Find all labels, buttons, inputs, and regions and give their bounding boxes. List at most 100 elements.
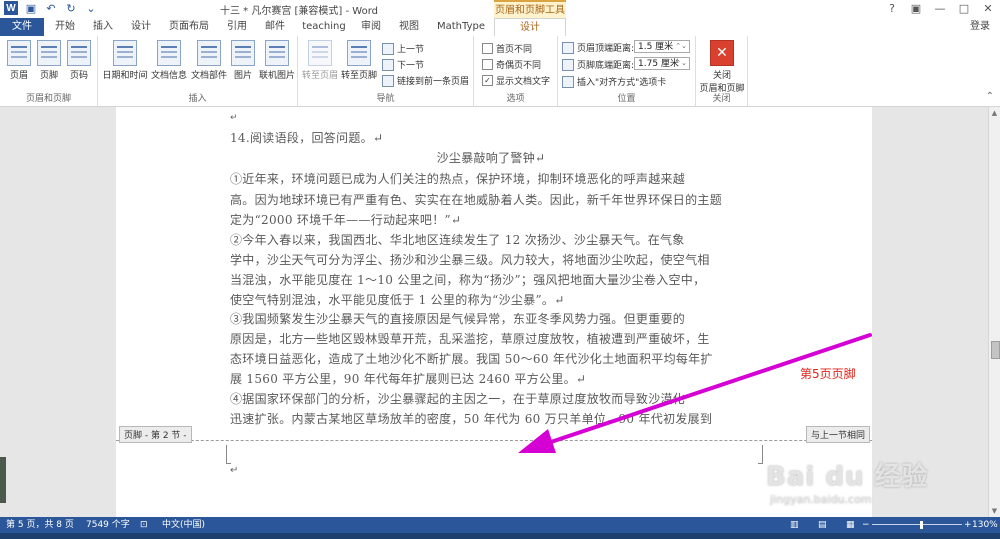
group-label: 页眉和页脚	[25, 94, 71, 104]
link-icon	[382, 74, 394, 87]
footer-paragraph-mark[interactable]: ↵	[230, 465, 238, 476]
group-close: ✕ 关闭 页眉和页脚 关闭	[696, 36, 748, 106]
zoom-in-icon[interactable]: +	[964, 517, 972, 533]
zoom-out-icon[interactable]: −	[862, 517, 870, 533]
close-x-icon: ✕	[710, 40, 734, 66]
scroll-down-icon[interactable]: ▼	[989, 507, 1000, 515]
footer-corner-mark	[226, 445, 231, 464]
calendar-icon	[113, 40, 137, 66]
tab-file[interactable]: 文件	[0, 18, 44, 36]
collapse-ribbon-icon[interactable]: ⌃	[986, 91, 994, 102]
minimize-icon[interactable]: —	[928, 0, 952, 18]
sign-in-link[interactable]: 登录	[970, 18, 990, 36]
body-line: 学中，沙尘天气可分为浮尘、扬沙和沙尘暴三级。风力较大，将地面沙尘吹起，使空气相	[230, 253, 710, 267]
ribbon-display-icon[interactable]: ▣	[904, 0, 928, 18]
window-title: 十三 * 凡尔赛宫 [兼容模式] - Word	[220, 6, 379, 17]
next-section-button[interactable]: 下一节	[382, 58, 424, 71]
quick-parts-button[interactable]: 文档部件	[190, 40, 228, 81]
window-controls: ? ▣ — □ ✕	[880, 0, 1000, 18]
footer-boundary-line	[116, 440, 872, 441]
side-panel-handle[interactable]	[0, 457, 6, 503]
redo-icon[interactable]: ↻	[64, 1, 78, 15]
zoom-slider[interactable]	[872, 524, 962, 525]
tab-view[interactable]: 视图	[394, 18, 424, 36]
insert-alignment-tab-button[interactable]: 插入"对齐方式"选项卡	[562, 75, 666, 88]
tab-header-footer-design[interactable]: 设计	[494, 18, 566, 37]
scroll-thumb[interactable]	[991, 341, 1000, 359]
group-label: 关闭	[712, 94, 731, 104]
different-first-page-checkbox[interactable]: 首页不同	[482, 42, 532, 55]
goto-footer-icon	[347, 40, 371, 66]
link-to-previous-button[interactable]: 链接到前一条页眉	[382, 74, 469, 87]
customize-icon[interactable]: ⌄	[84, 1, 98, 15]
date-time-button[interactable]: 日期和时间	[102, 40, 148, 81]
print-layout-icon[interactable]: ▤	[818, 517, 827, 533]
group-options: 首页不同 奇偶页不同 ✓ 显示文档文字 选项	[474, 36, 558, 106]
word-logo-icon: W	[4, 1, 18, 15]
group-label: 位置	[617, 94, 636, 104]
annotation-text: 第5页页脚	[800, 367, 856, 381]
web-layout-icon[interactable]: ▦	[846, 517, 855, 533]
header-distance-icon	[562, 41, 574, 54]
goto-header-button[interactable]: 转至页眉	[302, 40, 338, 81]
tab-review[interactable]: 审阅	[356, 18, 386, 36]
previous-section-button[interactable]: 上一节	[382, 42, 424, 55]
page-count[interactable]: 第 5 页，共 8 页	[6, 517, 74, 533]
body-line: ④据国家环保部门的分析，沙尘暴骤起的主因之一，在于草原过度放牧而导致沙漠化	[230, 392, 686, 406]
group-insert: 日期和时间 文档信息 文档部件 图片 联机图片 插入	[98, 36, 298, 106]
undo-icon[interactable]: ↶	[44, 1, 58, 15]
show-document-text-checkbox[interactable]: ✓ 显示文档文字	[482, 74, 550, 87]
title-bar: W ▣ ↶ ↻ ⌄ 十三 * 凡尔赛宫 [兼容模式] - Word 页眉和页脚工…	[0, 0, 1000, 18]
read-mode-icon[interactable]: ▥	[790, 517, 799, 533]
doc-info-button[interactable]: 文档信息	[150, 40, 188, 81]
header-distance-label: 页眉顶端距离:	[562, 41, 634, 54]
tab-teaching[interactable]: teaching	[298, 18, 350, 36]
online-picture-button[interactable]: 联机图片	[258, 40, 296, 81]
picture-button[interactable]: 图片	[228, 40, 258, 81]
previous-icon	[382, 42, 394, 55]
tab-page-layout[interactable]: 页面布局	[164, 18, 214, 36]
maximize-icon[interactable]: □	[952, 0, 976, 18]
zoom-level[interactable]: 130%	[972, 517, 998, 533]
close-icon[interactable]: ✕	[976, 0, 1000, 18]
doc-info-icon	[157, 40, 181, 66]
footer-distance-input[interactable]: 1.75 厘米	[634, 57, 690, 70]
goto-footer-button[interactable]: 转至页脚	[340, 40, 378, 81]
checkbox-icon	[482, 59, 493, 70]
tab-mathtype[interactable]: MathType	[432, 18, 490, 36]
proofing-icon[interactable]: ⊡	[140, 517, 148, 533]
footer-section-label: 页脚 - 第 2 节 -	[119, 426, 192, 443]
body-line: 高。因为地球环境已有严重有色、实实在在地威胁着人类。因此，新千年世界环保日的主题	[230, 193, 723, 207]
zoom-slider-thumb[interactable]	[920, 521, 924, 529]
taskbar	[0, 533, 1000, 539]
body-line: 态环境日益恶化，造成了土地沙化不断扩展。我国 50～60 年代沙化土地面积平均每…	[230, 352, 713, 366]
tab-home[interactable]: 开始	[50, 18, 80, 36]
same-as-previous-label: 与上一节相同	[806, 426, 871, 443]
scroll-up-icon[interactable]: ▲	[989, 109, 1000, 117]
baidu-watermark: Bai du 经验 jingyan.baidu.com	[766, 462, 929, 506]
save-icon[interactable]: ▣	[24, 1, 38, 15]
tab-design[interactable]: 设计	[126, 18, 156, 36]
help-icon[interactable]: ?	[880, 0, 904, 18]
paragraph-mark: ↵	[230, 113, 238, 123]
group-label: 导航	[376, 94, 395, 104]
vertical-scrollbar[interactable]: ▲ ▼	[988, 107, 1000, 517]
odd-even-pages-checkbox[interactable]: 奇偶页不同	[482, 58, 541, 71]
footer-distance-icon	[562, 58, 574, 71]
goto-header-icon	[308, 40, 332, 66]
tab-mailings[interactable]: 邮件	[260, 18, 290, 36]
tab-references[interactable]: 引用	[222, 18, 252, 36]
tab-insert[interactable]: 插入	[88, 18, 118, 36]
word-count[interactable]: 7549 个字	[86, 517, 130, 533]
header-button[interactable]: 页眉	[2, 40, 36, 81]
footer-button[interactable]: 页脚	[32, 40, 66, 81]
group-navigation: 转至页眉 转至页脚 上一节 下一节 链接到前一条页眉 导航	[298, 36, 474, 106]
picture-icon	[231, 40, 255, 66]
body-line: 使空气特别混浊，水平能见度低于 1 公里的称为“沙尘暴”。↵	[230, 293, 565, 307]
document-page[interactable]: ↵ 14.阅读语段，回答问题。↵ 沙尘暴敲响了警钟↵ ①近年来，环境问题已成为人…	[116, 107, 872, 517]
header-distance-input[interactable]: 1.5 厘米	[634, 40, 690, 53]
page-number-button[interactable]: 页码	[62, 40, 96, 81]
close-header-footer-button[interactable]: ✕ 关闭 页眉和页脚	[698, 40, 746, 94]
language-indicator[interactable]: 中文(中国)	[162, 517, 205, 533]
quick-access-toolbar: W ▣ ↶ ↻ ⌄	[4, 1, 98, 15]
